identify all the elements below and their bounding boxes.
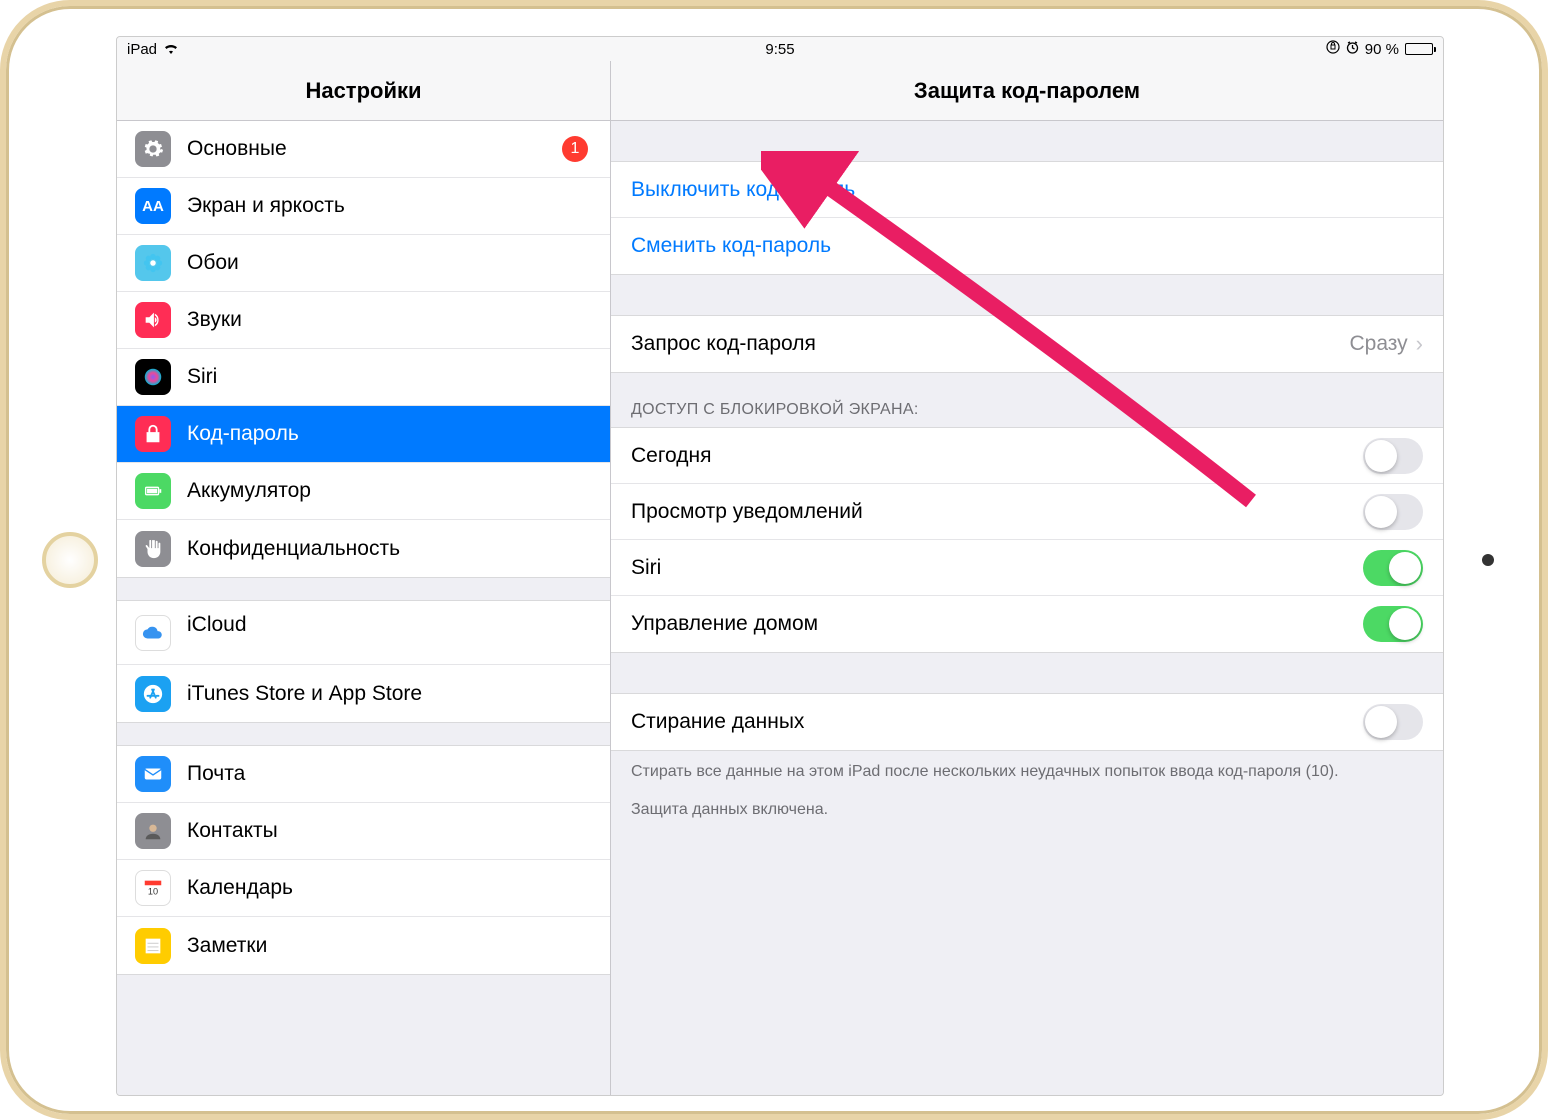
status-bar: iPad 9:55 90 %: [117, 37, 1443, 61]
notification-badge: 1: [562, 136, 588, 162]
sidebar-list[interactable]: Основные1 AA Экран и яркость Обои Звуки Siri К…: [117, 121, 610, 1095]
mail-icon: [135, 756, 171, 792]
sidebar-item-passcode[interactable]: Код-пароль: [117, 406, 610, 463]
sidebar-item-contacts[interactable]: Контакты: [117, 803, 610, 860]
sidebar-item-general[interactable]: Основные1: [117, 121, 610, 178]
require-passcode-label: Запрос код-пароля: [631, 332, 1349, 356]
home-button[interactable]: [42, 532, 98, 588]
battery-pct: 90 %: [1365, 41, 1399, 58]
battery-icon: [1405, 43, 1433, 55]
sidebar-item-label: Календарь: [187, 876, 592, 900]
siri-icon: [135, 359, 171, 395]
sidebar-item-notes[interactable]: Заметки: [117, 917, 610, 974]
cloud-icon: [135, 615, 171, 651]
lock-access-header: ДОСТУП С БЛОКИРОВКОЙ ЭКРАНА:: [611, 373, 1443, 427]
svg-text:10: 10: [148, 886, 158, 896]
toggle-label: Сегодня: [631, 444, 1363, 468]
sidebar-item-privacy[interactable]: Конфиденциальность: [117, 520, 610, 577]
toggle-switch[interactable]: [1363, 550, 1423, 586]
wifi-icon: [163, 41, 179, 57]
lock-icon: [135, 416, 171, 452]
speaker-icon: [135, 302, 171, 338]
erase-footer: Стирать все данные на этом iPad после не…: [611, 751, 1443, 793]
chevron-right-icon: ›: [1416, 331, 1423, 357]
toggle-switch[interactable]: [1363, 606, 1423, 642]
turn-off-passcode-label: Выключить код-пароль: [631, 178, 855, 202]
contacts-icon: [135, 813, 171, 849]
change-passcode-label: Сменить код-пароль: [631, 234, 831, 258]
require-passcode-group: Запрос код-пароля Сразу ›: [611, 315, 1443, 373]
sidebar-item-battery[interactable]: Аккумулятор: [117, 463, 610, 520]
turn-off-passcode-row[interactable]: Выключить код-пароль: [611, 162, 1443, 218]
screen: iPad 9:55 90 % Настройки Основные1A: [116, 36, 1444, 1096]
toggle-row-0: Сегодня: [611, 428, 1443, 484]
calendar-icon: 10: [135, 870, 171, 906]
sidebar-item-siri[interactable]: Siri: [117, 349, 610, 406]
change-passcode-row[interactable]: Сменить код-пароль: [611, 218, 1443, 274]
detail-body: Выключить код-пароль Сменить код-пароль …: [611, 121, 1443, 832]
sidebar-item-label: iCloud: [187, 613, 592, 637]
detail-title: Защита код-паролем: [611, 61, 1443, 121]
orientation-lock-icon: [1326, 40, 1340, 58]
sidebar-item-label: Конфиденциальность: [187, 537, 592, 561]
alarm-icon: [1346, 41, 1359, 58]
protection-footer: Защита данных включена.: [611, 793, 1443, 831]
sidebar-item-mail[interactable]: Почта: [117, 746, 610, 803]
passcode-actions-group: Выключить код-пароль Сменить код-пароль: [611, 161, 1443, 275]
toggle-row-2: Siri: [611, 540, 1443, 596]
clock: 9:55: [765, 41, 794, 58]
sidebar-item-label: Siri: [187, 365, 592, 389]
ipad-frame: iPad 9:55 90 % Настройки Основные1A: [0, 0, 1548, 1120]
gear-icon: [135, 131, 171, 167]
hand-icon: [135, 531, 171, 567]
sidebar-item-icloud[interactable]: iCloud: [117, 601, 610, 665]
erase-data-group: Стирание данных: [611, 693, 1443, 751]
sidebar-item-label: Контакты: [187, 819, 592, 843]
sidebar-item-label: Заметки: [187, 934, 592, 958]
toggle-label: Управление домом: [631, 612, 1363, 636]
sidebar-item-wallpaper[interactable]: Обои: [117, 235, 610, 292]
sidebar-item-sounds[interactable]: Звуки: [117, 292, 610, 349]
sidebar-item-label: Аккумулятор: [187, 479, 592, 503]
sidebar-item-label: iTunes Store и App Store: [187, 682, 592, 706]
toggle-row-3: Управление домом: [611, 596, 1443, 652]
erase-data-switch[interactable]: [1363, 704, 1423, 740]
carrier-label: iPad: [127, 41, 157, 58]
require-passcode-value: Сразу: [1349, 332, 1407, 356]
sidebar-item-calendar[interactable]: 10 Календарь: [117, 860, 610, 917]
require-passcode-row[interactable]: Запрос код-пароля Сразу ›: [611, 316, 1443, 372]
sidebar-item-label: Звуки: [187, 308, 592, 332]
lock-access-group: Сегодня Просмотр уведомлений Siri Управлени…: [611, 427, 1443, 653]
notes-icon: [135, 928, 171, 964]
sidebar-item-display[interactable]: AA Экран и яркость: [117, 178, 610, 235]
sidebar-item-label: Почта: [187, 762, 592, 786]
sidebar-item-label: Основные: [187, 137, 562, 161]
toggle-row-1: Просмотр уведомлений: [611, 484, 1443, 540]
sidebar-title: Настройки: [117, 61, 610, 121]
sidebar-item-label: Экран и яркость: [187, 194, 592, 218]
toggle-label: Siri: [631, 556, 1363, 580]
front-camera: [1482, 554, 1494, 566]
flower-icon: [135, 245, 171, 281]
toggle-label: Просмотр уведомлений: [631, 500, 1363, 524]
sidebar-item-label: Код-пароль: [187, 422, 592, 446]
toggle-switch[interactable]: [1363, 494, 1423, 530]
detail-pane: Защита код-паролем Выключить код-пароль …: [611, 61, 1443, 1095]
sidebar: Настройки Основные1 AA Экран и яркость Обои…: [117, 61, 611, 1095]
appstore-icon: [135, 676, 171, 712]
erase-data-label: Стирание данных: [631, 710, 1363, 734]
sidebar-item-itunes[interactable]: iTunes Store и App Store: [117, 665, 610, 722]
AA-icon: AA: [135, 188, 171, 224]
sidebar-item-label: Обои: [187, 251, 592, 275]
battery-icon: [135, 473, 171, 509]
toggle-switch[interactable]: [1363, 438, 1423, 474]
erase-data-row: Стирание данных: [611, 694, 1443, 750]
